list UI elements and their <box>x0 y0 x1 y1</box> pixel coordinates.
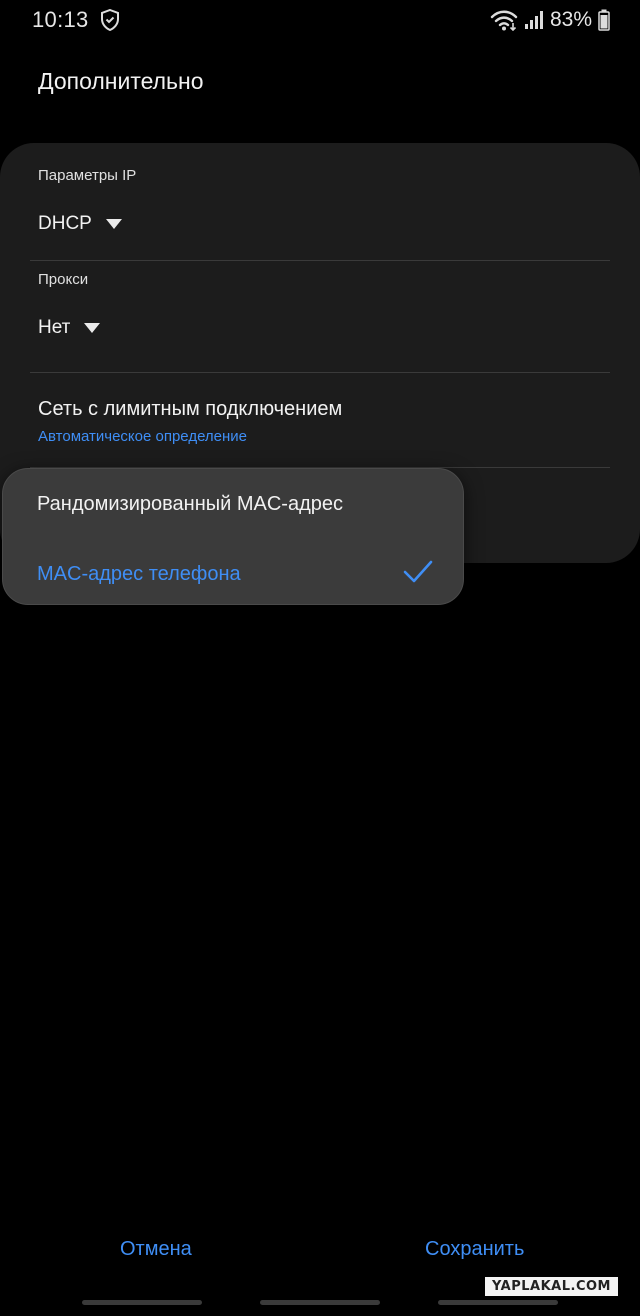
divider <box>30 372 610 373</box>
gesture-hint-left[interactable] <box>82 1300 202 1305</box>
divider <box>30 260 610 261</box>
battery-percentage: 83% <box>549 8 592 31</box>
gesture-hint-center[interactable] <box>260 1300 380 1305</box>
dropdown-arrow-icon <box>105 219 122 229</box>
page-title: Дополнительно <box>38 68 204 94</box>
ip-settings-label: Параметры IP <box>38 167 137 184</box>
save-button[interactable]: Сохранить <box>425 1238 524 1261</box>
cancel-button[interactable]: Отмена <box>120 1238 192 1261</box>
gesture-hint-right[interactable] <box>438 1300 558 1305</box>
dropdown-arrow-icon <box>84 323 101 333</box>
mac-address-popup-menu: Рандомизированный MAC-адрес MAC-адрес те… <box>2 468 464 605</box>
metered-network-title: Сеть с лимитным подключением <box>38 398 343 420</box>
status-icons: 83% <box>490 6 610 34</box>
status-bar: 10:13 83% <box>0 0 640 40</box>
metered-network-value: Автоматическое определение <box>38 428 248 445</box>
proxy-label: Прокси <box>38 271 89 288</box>
ip-settings-value: DHCP <box>38 213 92 234</box>
battery-icon <box>598 9 610 31</box>
option-randomized-mac[interactable]: Рандомизированный MAC-адрес <box>37 493 343 516</box>
signal-icon <box>524 11 543 29</box>
wifi-icon <box>490 10 518 31</box>
status-time: 10:13 <box>32 7 89 32</box>
shield-icon <box>101 9 119 31</box>
check-icon <box>403 560 433 583</box>
proxy-dropdown[interactable]: Нет <box>38 317 101 339</box>
option-phone-mac[interactable]: MAC-адрес телефона <box>37 563 241 586</box>
ip-settings-dropdown[interactable]: DHCP <box>38 213 122 235</box>
proxy-value: Нет <box>38 317 71 338</box>
watermark: YAPLAKAL.COM <box>485 1277 618 1296</box>
